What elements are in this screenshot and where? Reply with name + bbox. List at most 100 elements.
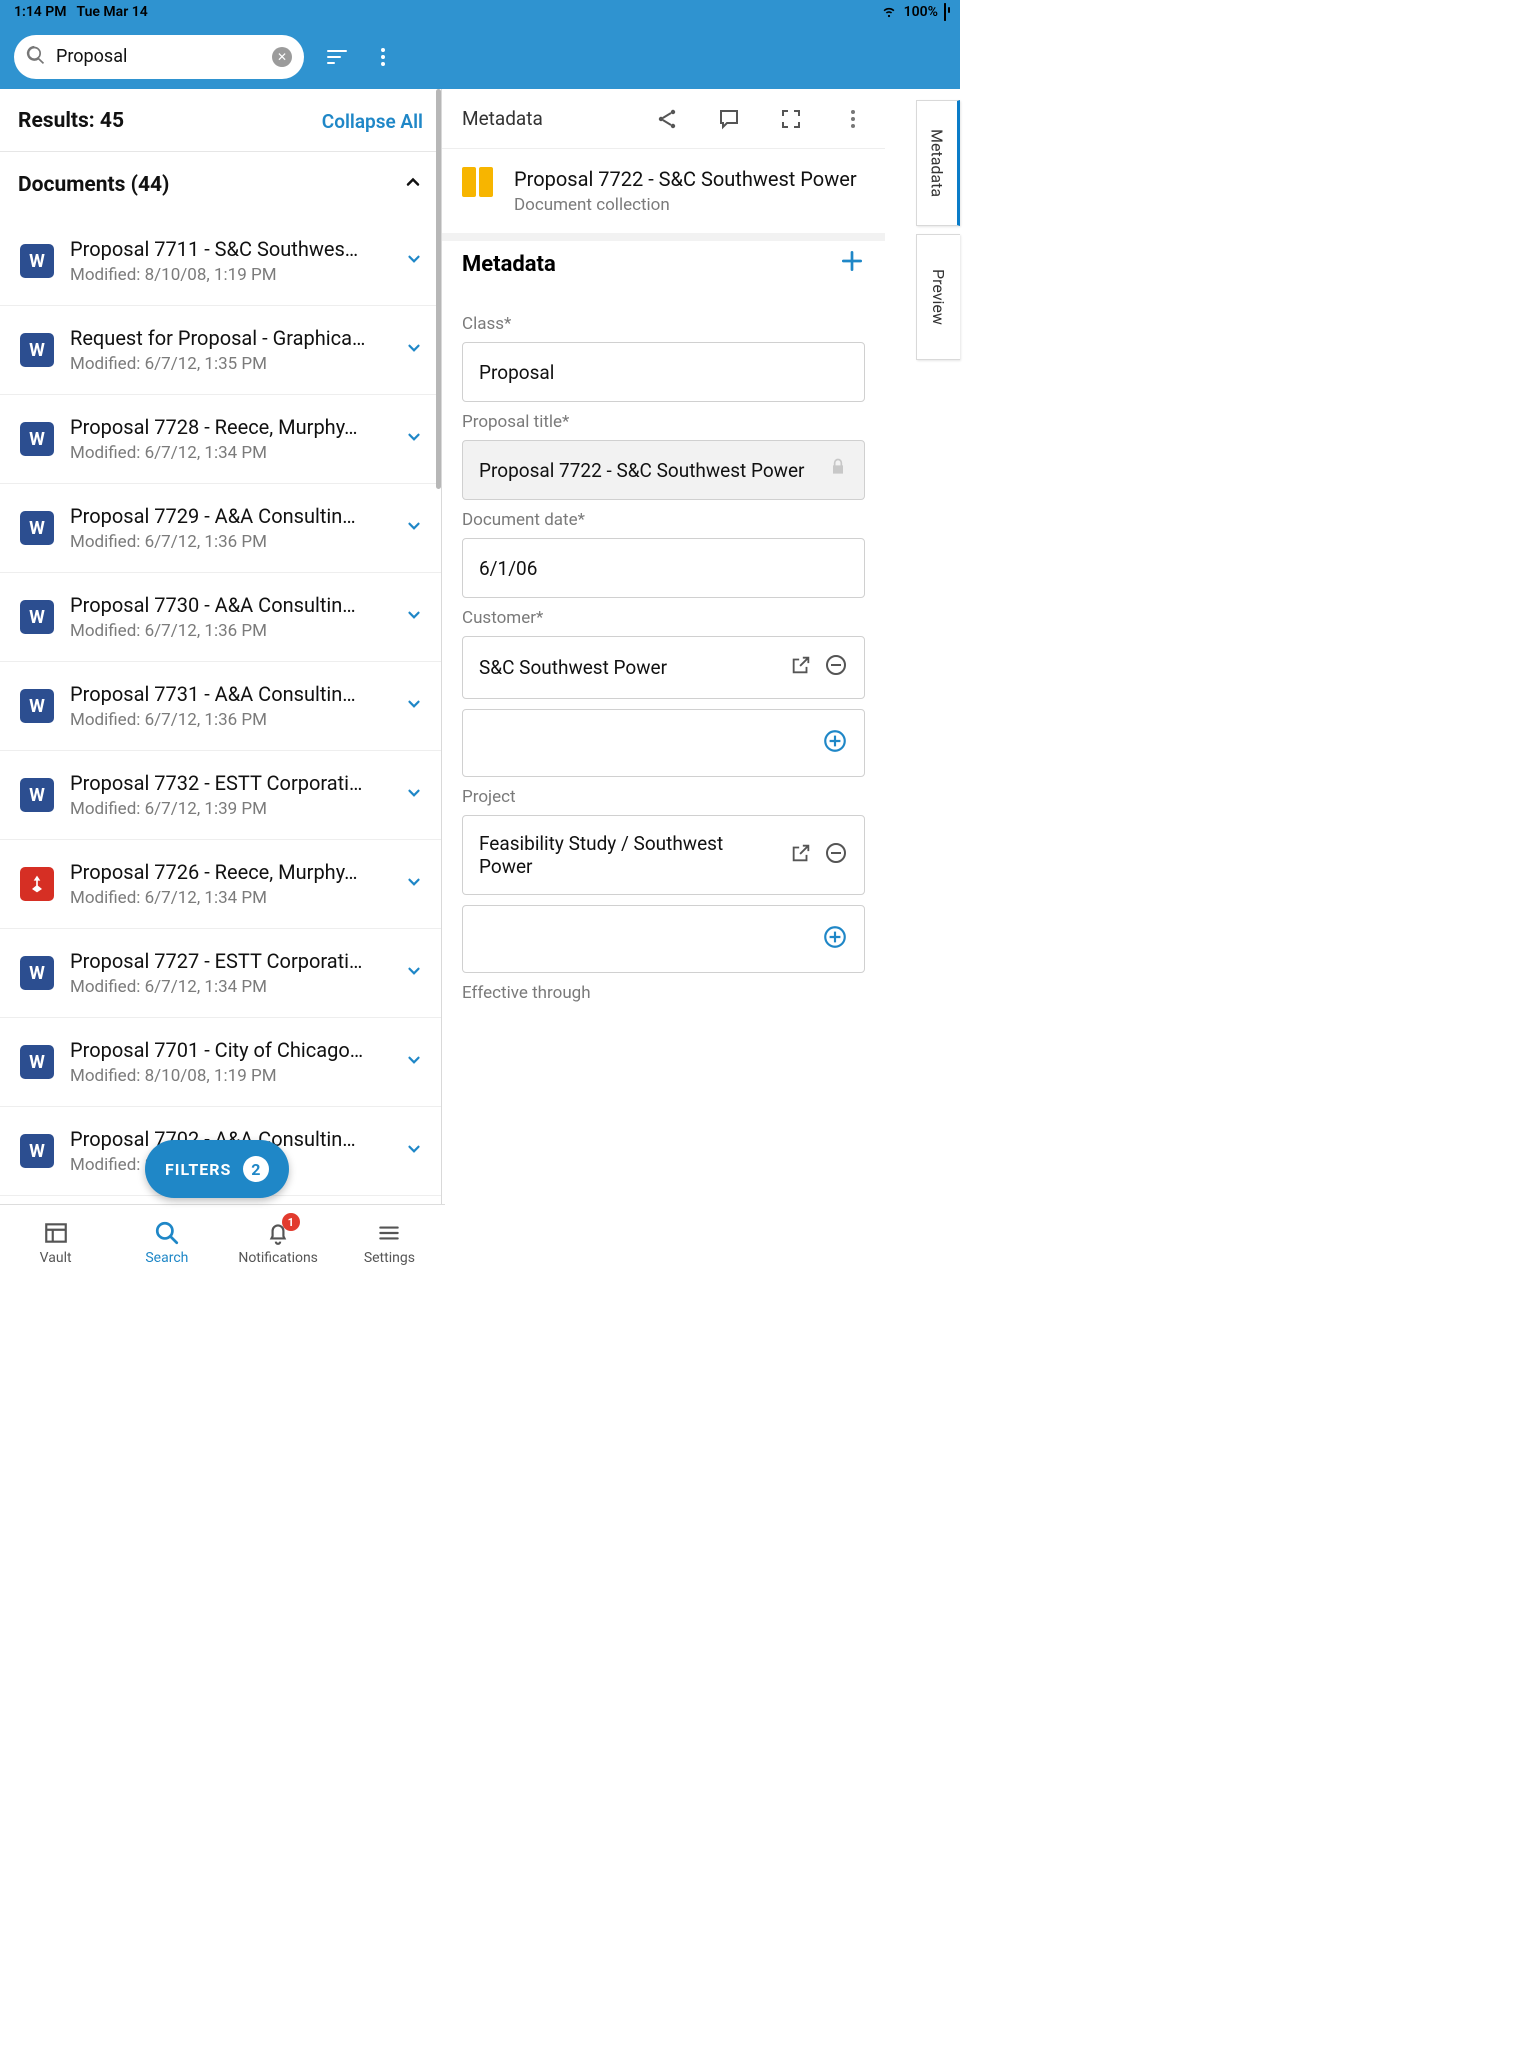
result-subtitle: Modified: 8/10/08, 1:19 PM [70,265,383,285]
add-metadata-icon[interactable] [839,247,865,282]
open-customer-icon[interactable] [790,654,812,681]
open-project-icon[interactable] [790,842,812,869]
result-subtitle: Modified: 6/7/12, 1:34 PM [70,888,383,908]
comment-icon[interactable] [717,107,741,131]
chevron-down-icon[interactable] [399,427,429,451]
side-tab-preview[interactable]: Preview [916,234,960,360]
chevron-down-icon[interactable] [399,872,429,896]
proposal-title-field: Proposal 7722 - S&C Southwest Power [462,440,865,500]
result-subtitle: Modified: 8/10/08, 1:19 PM [70,1066,383,1086]
add-customer-row[interactable] [462,709,865,777]
search-text: Proposal [56,46,262,67]
chevron-down-icon[interactable] [399,1050,429,1074]
sort-icon[interactable] [324,44,350,70]
result-subtitle: Modified: 6/7/12, 1:34 PM [70,443,383,463]
chevron-down-icon[interactable] [399,783,429,807]
nav-search[interactable]: Search [111,1205,222,1280]
nav-vault[interactable]: Vault [0,1205,111,1280]
result-subtitle: Modified: 6/7/12, 1:36 PM [70,621,383,641]
add-customer-icon[interactable] [822,728,848,758]
word-icon: W [20,333,54,367]
chevron-down-icon[interactable] [399,694,429,718]
chevron-down-icon[interactable] [399,338,429,362]
add-project-row[interactable] [462,905,865,973]
result-row[interactable]: WProposal 7729 - A&A Consultin…Modified:… [0,484,441,573]
side-tab-metadata[interactable]: Metadata [916,100,960,226]
word-icon: W [20,956,54,990]
result-title: Proposal 7731 - A&A Consultin… [70,682,383,706]
word-icon: W [20,244,54,278]
detail-toolbar: Metadata [442,89,885,149]
wifi-icon [880,1,898,23]
lock-icon [828,457,848,482]
status-date: Tue Mar 14 [77,4,148,20]
pdf-icon [20,867,54,901]
result-row[interactable]: W Request for Proposal - Graphica… Modifie… [0,306,441,395]
group-label: Documents (44) [18,173,169,197]
result-title: Proposal 7732 - ESTT Corporati… [70,771,383,795]
clear-search-icon[interactable]: ✕ [272,47,292,67]
status-time: 1:14 PM [14,4,67,20]
filters-button[interactable]: FILTERS 2 [145,1140,289,1198]
document-headline: Proposal 7722 - S&C Southwest Power Docu… [442,149,885,241]
collection-icon [462,167,498,199]
result-row[interactable]: W Proposal 7728 - Reece, Murphy… Modified:… [0,395,441,484]
search-field[interactable]: Proposal ✕ [14,35,304,79]
document-date-field[interactable]: 6/1/06 [462,538,865,598]
result-title: Proposal 7726 - Reece, Murphy… [70,860,383,884]
nav-notifications[interactable]: 1 Notifications [223,1205,334,1280]
top-bar: Proposal ✕ [0,24,960,89]
notification-badge: 1 [282,1213,300,1231]
proposal-title-label: Proposal title* [462,412,865,432]
more-icon[interactable] [370,44,396,70]
filters-label: FILTERS [165,1160,231,1179]
result-subtitle: Modified: 6/7/12, 1:35 PM [70,354,383,374]
chevron-down-icon[interactable] [399,516,429,540]
detail-panel: Metadata Proposal 772 [442,89,885,1204]
result-row[interactable]: W Proposal 7730 - A&A Consultin… Modified:… [0,573,441,662]
chevron-down-icon[interactable] [399,1139,429,1163]
word-icon: W [20,1045,54,1079]
word-icon: W [20,511,54,545]
result-title: Proposal 7730 - A&A Consultin… [70,593,383,617]
word-icon: W [20,600,54,634]
result-title: Request for Proposal - Graphica… [70,326,383,350]
results-list[interactable]: Results: 45 Collapse All Documents (44) … [0,89,442,1204]
result-row[interactable]: WProposal 7701 - City of Chicago…Modifie… [0,1018,441,1107]
result-title: Proposal 7727 - ESTT Corporati… [70,949,383,973]
chevron-down-icon[interactable] [399,961,429,985]
chevron-down-icon[interactable] [399,249,429,273]
result-title: Proposal 7728 - Reece, Murphy… [70,415,383,439]
group-header-documents[interactable]: Documents (44) [0,152,441,217]
result-subtitle: Modified: 6/7/12, 1:36 PM [70,710,383,730]
project-field[interactable]: Feasibility Study / Southwest Power [462,815,865,895]
bottom-nav: Vault Search 1 Notifications Settings [0,1204,445,1280]
remove-customer-icon[interactable] [824,653,848,682]
results-count: Results: 45 [18,109,124,133]
fullscreen-icon[interactable] [779,107,803,131]
result-row[interactable]: WProposal 7732 - ESTT Corporati…Modified… [0,751,441,840]
result-subtitle: Modified: 6/7/12, 1:39 PM [70,799,383,819]
class-field[interactable]: Proposal [462,342,865,402]
share-icon[interactable] [655,107,679,131]
result-row[interactable]: W Proposal 7731 - A&A Consultin… Modified:… [0,662,441,751]
effective-through-label: Effective through [462,983,865,1003]
chevron-down-icon[interactable] [399,605,429,629]
add-project-icon[interactable] [822,924,848,954]
remove-project-icon[interactable] [824,841,848,870]
customer-field[interactable]: S&C Southwest Power [462,636,865,699]
word-icon: W [20,689,54,723]
document-type: Document collection [514,195,857,215]
document-title: Proposal 7722 - S&C Southwest Power [514,167,857,191]
customer-label: Customer* [462,608,865,628]
document-date-label: Document date* [462,510,865,530]
result-row[interactable]: WProposal 7711 - S&C Southwes…Modified: … [0,217,441,306]
collapse-all-button[interactable]: Collapse All [322,110,423,133]
result-subtitle: Modified: 6/7/12, 1:34 PM [70,977,383,997]
detail-more-icon[interactable] [841,107,865,131]
word-icon: W [20,422,54,456]
nav-settings[interactable]: Settings [334,1205,445,1280]
result-row[interactable]: W Proposal 7727 - ESTT Corporati… Modified… [0,929,441,1018]
result-row[interactable]: Proposal 7726 - Reece, Murphy… Modified: … [0,840,441,929]
word-icon: W [20,1134,54,1168]
